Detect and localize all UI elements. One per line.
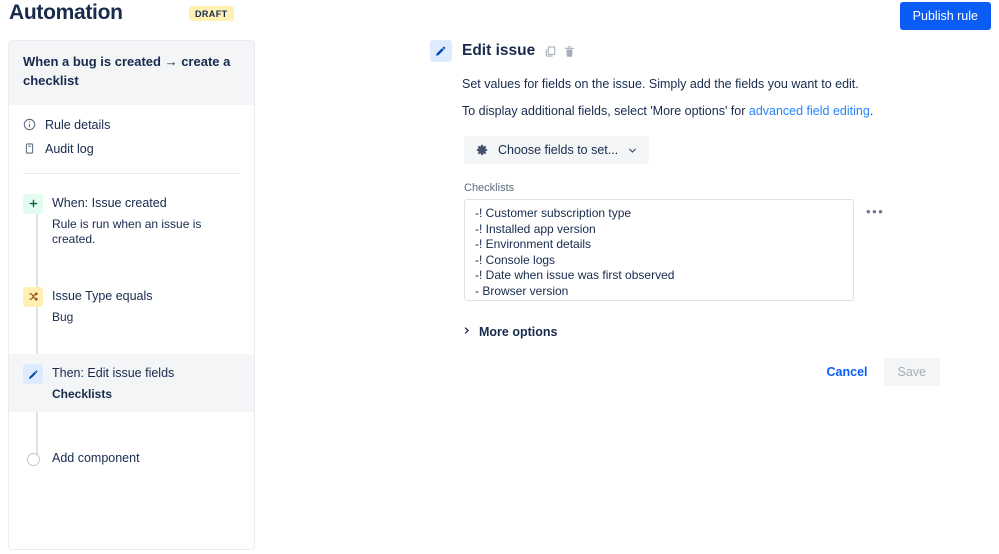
rule-name: When a bug is created → create a checkli…	[23, 54, 231, 88]
sidebar-item-label: Rule details	[45, 117, 111, 132]
rule-card-header: When a bug is created → create a checkli…	[9, 41, 254, 105]
cancel-button[interactable]: Cancel	[817, 358, 878, 386]
save-button[interactable]: Save	[883, 358, 940, 386]
flow-spacer	[9, 257, 254, 277]
top-bar: Automation DRAFT Publish rule	[0, 0, 999, 36]
detail-description-2-suffix: .	[869, 103, 874, 118]
sidebar-item-rule-details[interactable]: Rule details	[9, 113, 254, 137]
flow-component-body: When: Issue created Rule is run when an …	[52, 193, 240, 248]
flow-component-body: Then: Edit issue fields Checklists	[52, 363, 174, 403]
publish-rule-button[interactable]: Publish rule	[899, 2, 991, 30]
gear-icon	[475, 143, 489, 157]
sidebar-item-audit-log[interactable]: Audit log	[9, 137, 254, 161]
trash-icon[interactable]	[563, 45, 576, 58]
detail-title: Edit issue	[462, 42, 536, 59]
detail-description-2-prefix: To display additional fields, select 'Mo…	[462, 103, 749, 118]
detail-description-2: To display additional fields, select 'Mo…	[462, 103, 990, 121]
chevron-right-icon	[462, 325, 471, 339]
flow-spacer	[9, 334, 254, 354]
flow-component-title: Issue Type equals	[52, 288, 153, 303]
pencil-icon	[430, 40, 452, 62]
flow-component-condition[interactable]: Issue Type equals Bug	[9, 277, 254, 335]
checklists-textarea[interactable]	[464, 199, 854, 301]
advanced-field-editing-link[interactable]: advanced field editing	[749, 104, 870, 118]
info-icon	[23, 118, 45, 131]
detail-panel: Edit issue Set values for fields on the …	[430, 40, 990, 386]
flow-component-title: When: Issue created	[52, 195, 167, 210]
detail-description-1: Set values for fields on the issue. Simp…	[462, 77, 859, 91]
field-overflow-menu-icon[interactable]: •••	[866, 205, 884, 218]
detail-header: Edit issue	[430, 40, 990, 62]
add-component-button[interactable]: Add component	[9, 446, 254, 476]
rule-card: When a bug is created → create a checkli…	[8, 40, 255, 550]
checklists-field: Checklists •••	[464, 182, 990, 301]
flow-component-action[interactable]: Then: Edit issue fields Checklists	[9, 354, 254, 413]
flow-component-body: Issue Type equals Bug	[52, 286, 153, 326]
status-badge: DRAFT	[189, 6, 234, 21]
automation-rule-editor: Automation DRAFT Publish rule When a bug…	[0, 0, 999, 554]
flow-spacer	[9, 412, 254, 446]
add-component-label: Add component	[52, 451, 140, 466]
checklists-field-row: •••	[464, 199, 990, 301]
choose-fields-label: Choose fields to set...	[498, 143, 619, 157]
choose-fields-button[interactable]: Choose fields to set...	[464, 136, 650, 164]
page-title: Automation	[9, 1, 123, 24]
flow-component-trigger[interactable]: When: Issue created Rule is run when an …	[9, 184, 254, 257]
sidebar-item-label: Audit log	[45, 141, 94, 156]
clipboard-icon	[23, 142, 45, 155]
circle-icon	[27, 453, 40, 467]
duplicate-icon[interactable]	[544, 45, 557, 58]
chevron-down-icon	[627, 145, 638, 156]
shuffle-icon	[23, 286, 43, 307]
detail-footer: Cancel Save	[430, 358, 940, 386]
more-options-toggle[interactable]: More options	[462, 325, 990, 339]
pencil-icon	[23, 364, 43, 385]
plus-icon	[23, 193, 43, 214]
more-options-label: More options	[479, 325, 558, 339]
flow-component-title: Then: Edit issue fields	[52, 366, 175, 381]
rule-nav-list: Rule details Audit log	[9, 104, 254, 167]
flow-component-subtitle: Rule is run when an issue is created.	[52, 216, 202, 247]
add-component-body: Add component	[52, 448, 140, 467]
flow-component-subtitle: Checklists	[52, 387, 113, 402]
checklists-field-label: Checklists	[464, 182, 515, 194]
rule-flow: When: Issue created Rule is run when an …	[9, 173, 254, 477]
flow-component-subtitle: Bug	[52, 309, 74, 324]
